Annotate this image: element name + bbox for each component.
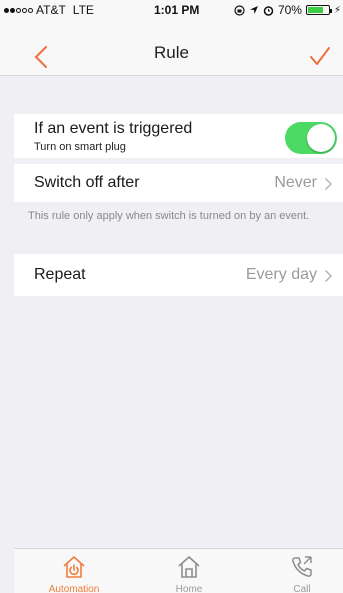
home-icon <box>178 556 200 578</box>
battery-percent: 70% <box>277 3 302 17</box>
battery-icon <box>305 5 332 15</box>
location-icon <box>249 6 258 14</box>
trigger-toggle[interactable] <box>285 122 337 154</box>
top-bar: AT&T LTE 1:01 PM 70% ⚡ Rule <box>0 0 343 76</box>
tab-call-label: Call <box>293 584 311 593</box>
carrier-info: AT&T LTE <box>4 3 94 17</box>
alarm-icon <box>263 5 274 16</box>
screen: AT&T LTE 1:01 PM 70% ⚡ Rule If an event … <box>0 0 343 593</box>
lock-rotation-icon <box>234 4 245 16</box>
tab-automation-label: Automation <box>48 584 100 593</box>
tab-call[interactable]: Call <box>262 549 342 593</box>
chevron-right-icon <box>324 269 333 283</box>
repeat-label: Repeat <box>34 266 86 283</box>
tab-bar: Automation Home Call <box>14 548 343 593</box>
network-type: LTE <box>72 3 94 17</box>
trigger-row: If an event is triggered Turn on smart p… <box>14 114 343 158</box>
tab-home-label: Home <box>175 584 203 593</box>
phone-icon <box>292 556 312 577</box>
carrier-name: AT&T <box>36 3 66 17</box>
trigger-sublabel: Turn on smart plug <box>34 141 126 153</box>
switch-off-value: Never <box>274 174 317 191</box>
power-house-icon <box>63 556 85 578</box>
status-time: 1:01 PM <box>154 3 200 17</box>
signal-dots-icon <box>4 7 33 13</box>
repeat-value: Every day <box>245 266 317 283</box>
confirm-checkmark-button[interactable] <box>309 46 331 68</box>
repeat-row[interactable]: Repeat Every day <box>14 254 343 296</box>
page-title: Rule <box>154 43 189 62</box>
status-right: 70% ⚡ <box>234 3 341 17</box>
tab-automation[interactable]: Automation <box>34 549 114 593</box>
status-bar: AT&T LTE 1:01 PM 70% ⚡ <box>0 0 343 20</box>
tab-home[interactable]: Home <box>149 549 229 593</box>
trigger-label: If an event is triggered <box>34 120 193 137</box>
rule-note: This rule only apply when switch is turn… <box>28 210 310 222</box>
toggle-knob <box>307 124 335 152</box>
chevron-right-icon <box>324 177 333 191</box>
switch-off-row[interactable]: Switch off after Never <box>14 164 343 202</box>
charging-icon: ⚡ <box>333 4 341 16</box>
switch-off-label: Switch off after <box>34 174 140 191</box>
